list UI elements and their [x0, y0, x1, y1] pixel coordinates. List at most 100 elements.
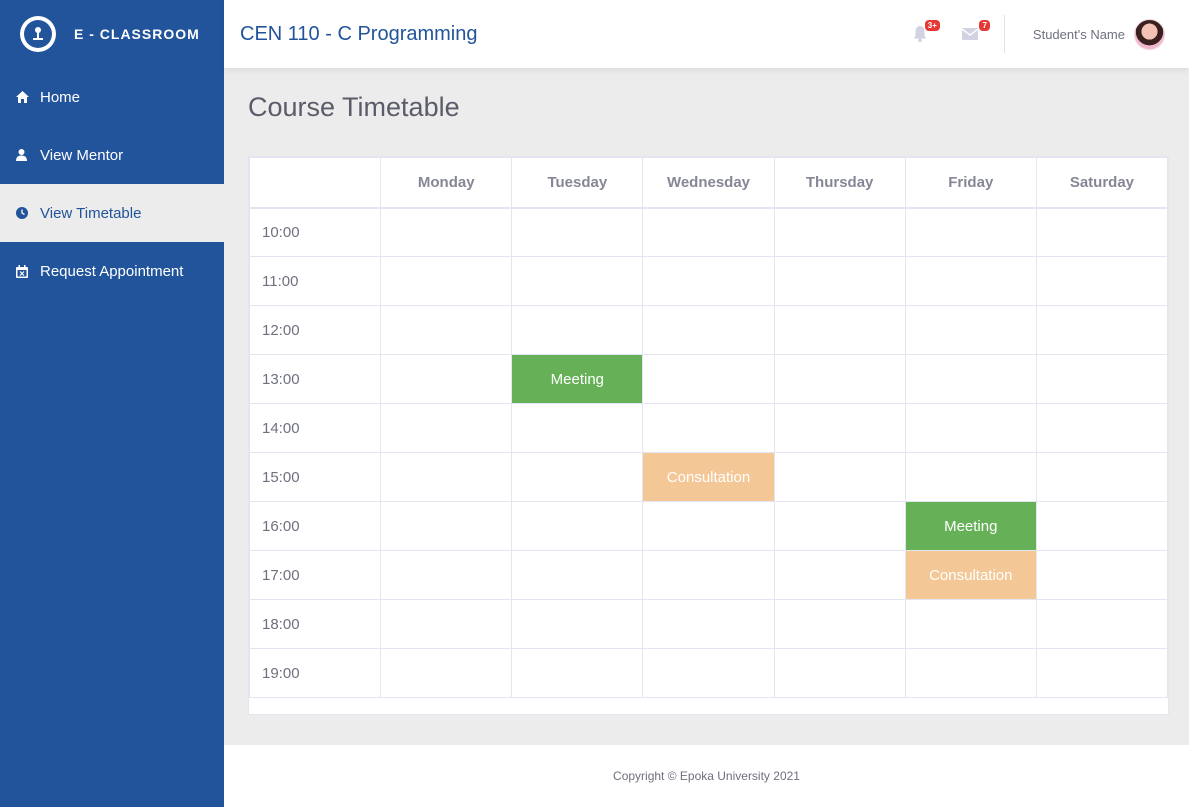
timetable-cell — [773, 305, 906, 355]
time-label: 13:00 — [248, 354, 382, 404]
calendar-icon — [16, 264, 40, 278]
timetable-cell — [773, 648, 906, 698]
time-label: 15:00 — [248, 452, 382, 502]
time-label: 11:00 — [248, 256, 382, 306]
timetable-cell — [773, 403, 906, 453]
table-row: 11:00 — [248, 256, 1169, 306]
sidebar-item-label: Request Appointment — [40, 262, 184, 280]
day-header: Friday — [904, 157, 1037, 209]
timetable-cell — [904, 207, 1037, 257]
sidebar-item-home[interactable]: Home — [0, 68, 224, 126]
timetable-cell — [380, 256, 513, 306]
table-row: 10:00 — [248, 207, 1169, 257]
page-title: Course Timetable — [248, 92, 460, 122]
timetable-cell — [773, 550, 906, 600]
timetable-cell — [773, 354, 906, 404]
university-logo-icon — [20, 16, 56, 52]
envelope-icon — [961, 28, 978, 40]
alerts-button[interactable]: 3+ — [908, 20, 940, 46]
timetable-cell — [1035, 452, 1169, 502]
table-row: 12:00 — [248, 305, 1169, 355]
time-column-header — [248, 157, 382, 209]
event-meeting[interactable]: Meeting — [511, 354, 644, 404]
timetable-cell — [773, 207, 906, 257]
time-label: 17:00 — [248, 550, 382, 600]
sidebar-item-label: View Timetable — [40, 204, 142, 222]
timetable-cell — [904, 599, 1037, 649]
table-row: 15:00 Consultation — [248, 452, 1169, 502]
user-name[interactable]: Student's Name — [1033, 27, 1125, 42]
time-label: 10:00 — [248, 207, 382, 257]
event-consultation[interactable]: Consultation — [904, 550, 1037, 600]
time-label: 14:00 — [248, 403, 382, 453]
messages-button[interactable]: 7 — [958, 20, 990, 46]
brand[interactable]: E - CLASSROOM — [0, 0, 224, 68]
timetable-cell — [773, 256, 906, 306]
timetable-cell — [380, 354, 513, 404]
timetable-cell — [642, 648, 775, 698]
timetable-cell — [642, 403, 775, 453]
table-row: 13:00 Meeting — [248, 354, 1169, 404]
timetable-cell — [1035, 501, 1169, 551]
time-label: 16:00 — [248, 501, 382, 551]
header-divider — [1003, 15, 1005, 53]
timetable-cell — [511, 403, 644, 453]
sidebar-item-request-appointment[interactable]: Request Appointment — [0, 242, 224, 300]
course-title: CEN 110 - C Programming — [240, 22, 478, 45]
timetable-cell — [511, 501, 644, 551]
sidebar: E - CLASSROOM Home View Mentor View Time… — [0, 0, 224, 807]
timetable-cell — [1035, 403, 1169, 453]
alerts-count-badge: 3+ — [924, 20, 940, 31]
timetable-cell — [511, 452, 644, 502]
footer: Copyright © Epoka University 2021 — [224, 745, 1189, 807]
messages-count-badge: 7 — [979, 20, 990, 31]
brand-name: E - CLASSROOM — [74, 26, 200, 42]
timetable-cell — [1035, 305, 1169, 355]
day-header: Wednesday — [642, 157, 775, 209]
time-label: 18:00 — [248, 599, 382, 649]
timetable: Monday Tuesday Wednesday Thursday Friday… — [248, 157, 1169, 698]
timetable-cell — [380, 599, 513, 649]
timetable-cell — [511, 599, 644, 649]
sidebar-item-label: View Mentor — [40, 146, 124, 164]
timetable-cell — [380, 305, 513, 355]
timetable-cell — [511, 256, 644, 306]
timetable-cell — [904, 403, 1037, 453]
timetable-cell — [773, 452, 906, 502]
timetable-header-row: Monday Tuesday Wednesday Thursday Friday… — [248, 157, 1169, 209]
timetable-cell — [642, 354, 775, 404]
timetable-cell — [1035, 256, 1169, 306]
timetable-cell — [1035, 648, 1169, 698]
event-consultation[interactable]: Consultation — [642, 452, 775, 502]
clock-icon — [16, 207, 40, 219]
timetable-cell — [380, 550, 513, 600]
sidebar-item-view-timetable[interactable]: View Timetable — [0, 184, 224, 242]
sidebar-item-label: Home — [40, 88, 81, 106]
timetable-cell — [380, 452, 513, 502]
timetable-cell — [642, 599, 775, 649]
timetable-cell — [511, 550, 644, 600]
timetable-cell — [511, 305, 644, 355]
timetable-cell — [380, 501, 513, 551]
timetable-cell — [642, 501, 775, 551]
day-header: Monday — [380, 157, 513, 209]
user-icon — [16, 149, 40, 161]
timetable-cell — [904, 354, 1037, 404]
timetable-cell — [1035, 599, 1169, 649]
timetable-cell — [904, 648, 1037, 698]
timetable-cell — [642, 207, 775, 257]
table-row: 19:00 — [248, 648, 1169, 698]
sidebar-item-view-mentor[interactable]: View Mentor — [0, 126, 224, 184]
day-header: Saturday — [1035, 157, 1169, 209]
avatar[interactable] — [1134, 18, 1165, 50]
table-row: 14:00 — [248, 403, 1169, 453]
timetable-cell — [380, 403, 513, 453]
day-header: Thursday — [773, 157, 906, 209]
copyright-text: Copyright © Epoka University 2021 — [613, 769, 800, 783]
table-row: 18:00 — [248, 599, 1169, 649]
header-actions: 3+ 7 Student's Name — [908, 0, 1189, 68]
home-icon — [16, 91, 40, 103]
timetable-cell — [642, 305, 775, 355]
table-row: 17:00 Consultation — [248, 550, 1169, 600]
event-meeting[interactable]: Meeting — [904, 501, 1037, 551]
